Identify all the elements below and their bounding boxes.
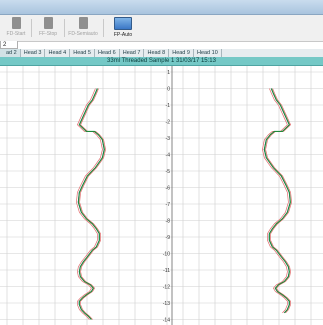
y-tick-label: -10 — [163, 252, 170, 258]
toolbar-separator — [64, 19, 65, 37]
semiauto-icon — [78, 17, 88, 29]
fd-semiauto-label: FD-Semiauto — [68, 31, 98, 37]
fp-auto-label: FP-Auto — [113, 32, 133, 38]
tab-head-6[interactable]: Head 6 — [95, 49, 120, 57]
run-icon — [11, 17, 21, 29]
y-tick-label: -3 — [166, 136, 171, 142]
right-profile-tolerance-inner-line — [262, 88, 289, 314]
monitor-icon — [114, 17, 132, 30]
toolbar: FD-Start FF-Stop FD-Semiauto FP-Auto — [0, 15, 323, 42]
tab-head-2[interactable]: ad 2 — [0, 49, 21, 57]
y-tick-label: -2 — [166, 120, 171, 126]
y-tick-label: -1 — [166, 103, 171, 109]
y-tick-label: -8 — [166, 219, 171, 225]
y-tick-label: -4 — [166, 153, 171, 159]
y-tick-label: 1 — [167, 70, 170, 76]
window-title-bar — [0, 0, 323, 15]
ff-stop-button[interactable]: FF-Stop — [34, 17, 62, 39]
fd-start-button[interactable]: FD-Start — [2, 17, 30, 39]
tab-head-5[interactable]: Head 5 — [70, 49, 95, 57]
y-tick-label: -5 — [166, 169, 171, 175]
fd-start-label: FD-Start — [6, 31, 26, 37]
tab-head-8[interactable]: Head 8 — [144, 49, 170, 57]
page-tab[interactable]: 2 — [0, 41, 18, 49]
ff-stop-label: FF-Stop — [38, 31, 58, 37]
toolbar-separator — [103, 19, 104, 37]
stop-icon — [43, 17, 53, 29]
y-tick-label: -13 — [163, 301, 170, 307]
tab-head-10[interactable]: Head 10 — [194, 49, 222, 57]
y-tick-label: 0 — [167, 87, 170, 93]
y-tick-label: -14 — [163, 318, 170, 324]
tab-head-3[interactable]: Head 3 — [21, 49, 46, 57]
tab-head-9[interactable]: Head 9 — [169, 49, 194, 57]
tab-head-7[interactable]: Head 7 — [120, 49, 145, 57]
fp-auto-button[interactable]: FP-Auto — [106, 17, 140, 39]
toolbar-separator — [31, 19, 32, 37]
y-tick-label: -7 — [166, 202, 171, 208]
y-tick-label: -12 — [163, 285, 170, 291]
y-tick-label: -11 — [163, 268, 170, 274]
tab-head-4[interactable]: Head 4 — [45, 49, 71, 57]
fd-semiauto-button[interactable]: FD-Semiauto — [66, 17, 100, 39]
y-tick-label: -9 — [166, 235, 171, 241]
sample-title-bar: 33ml Threaded Sample 1 31/03/17 15:13 — [0, 57, 323, 66]
profile-chart: 1 0 -1 -2 -3 -4 -5 -6 -7 -8 -9 -10 -11 -12 -13 -14 — [0, 66, 323, 325]
y-tick-label: -6 — [166, 186, 171, 192]
